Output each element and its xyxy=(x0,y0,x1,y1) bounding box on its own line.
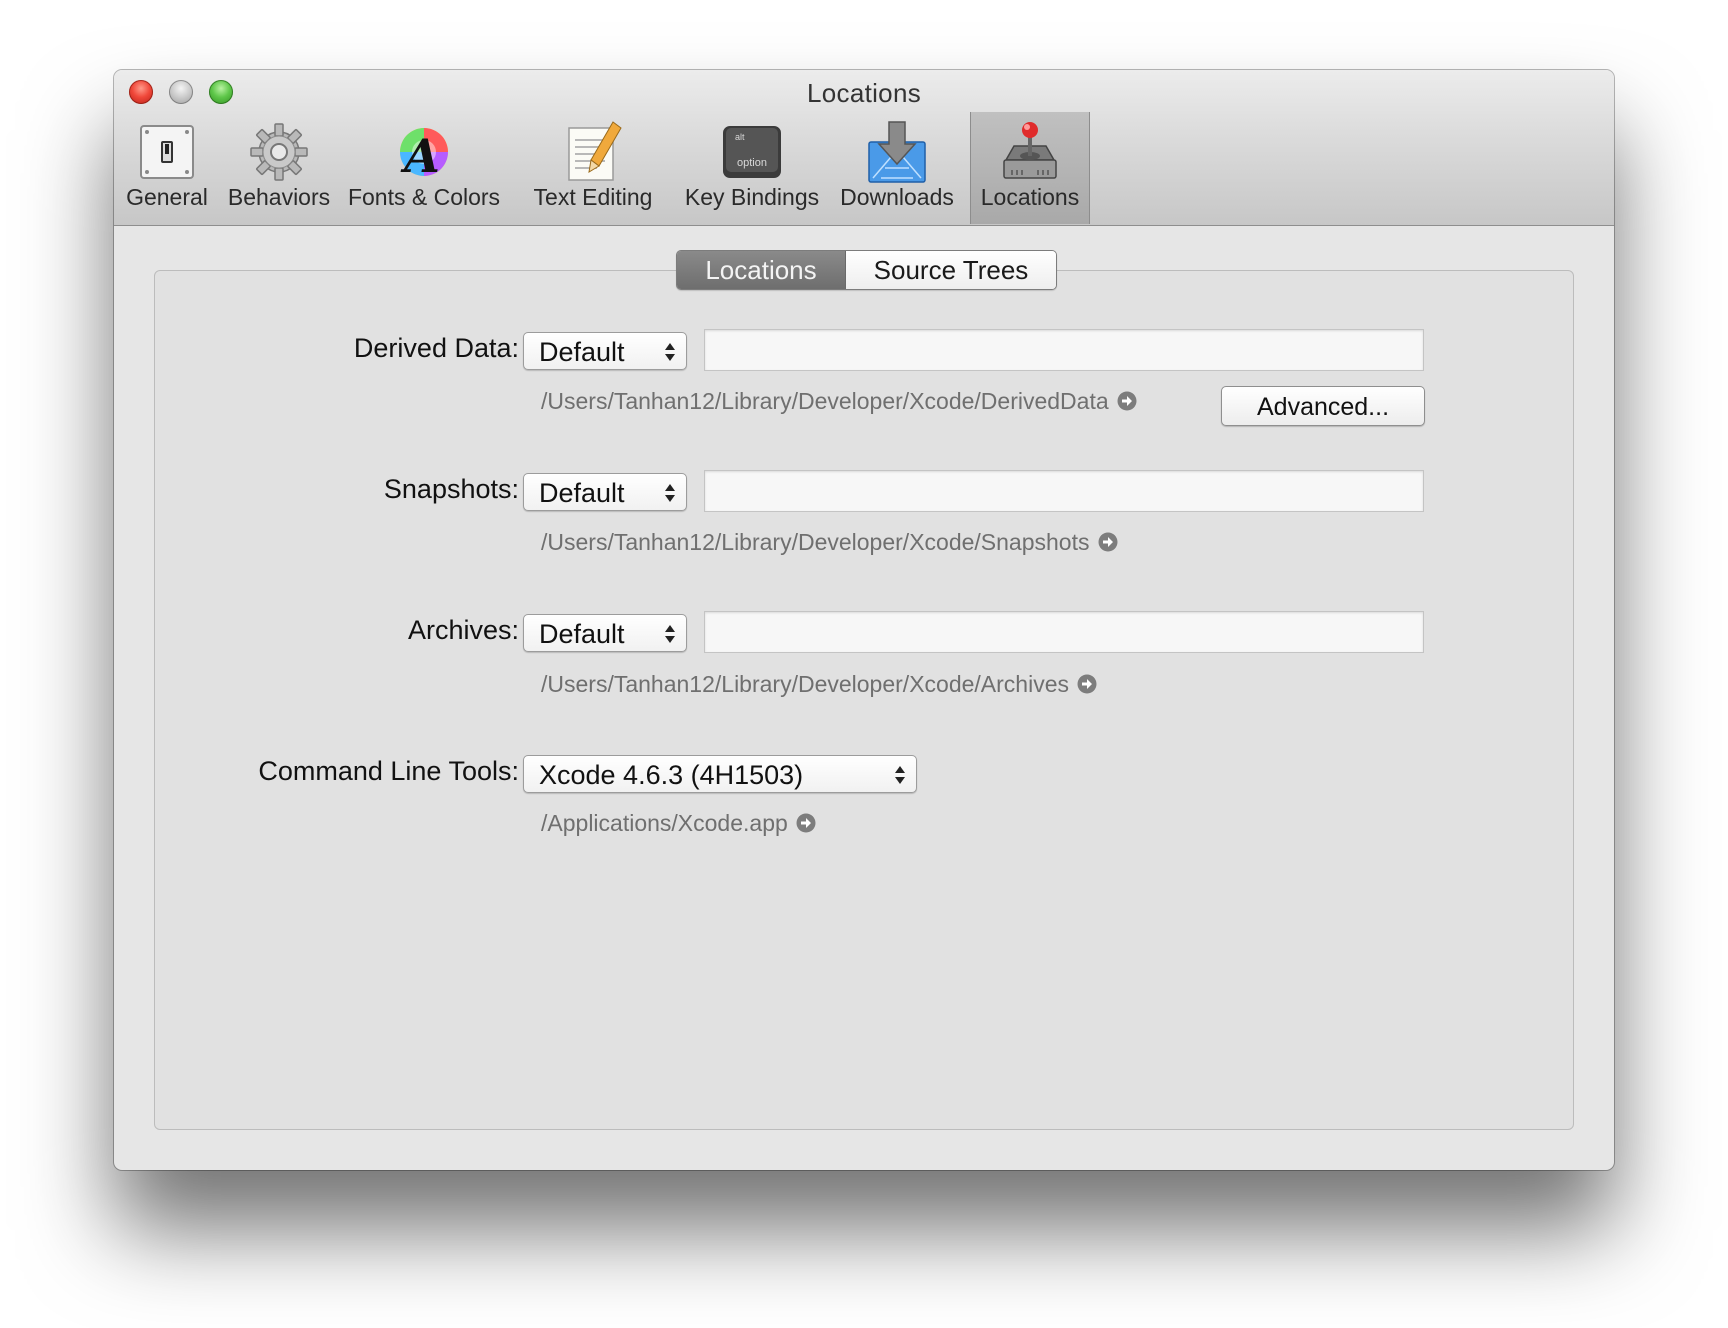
preferences-window: Locations General Behaviors A Fonts & Co… xyxy=(114,70,1614,1170)
window-title: Locations xyxy=(807,78,921,108)
derived-data-path-text: /Users/Tanhan12/Library/Developer/Xcode/… xyxy=(541,388,1109,414)
toolbar-item-downloads[interactable]: Downloads xyxy=(831,112,963,224)
reveal-in-finder-arrow-icon[interactable] xyxy=(1077,674,1097,694)
svg-text:alt: alt xyxy=(735,132,745,142)
toolbar-item-fonts-colors[interactable]: A Fonts & Colors xyxy=(339,112,509,224)
toolbar-item-text-editing[interactable]: Text Editing xyxy=(512,112,674,224)
popup-arrows-icon xyxy=(665,484,675,502)
titlebar-toolbar: Locations General Behaviors A Fonts & Co… xyxy=(114,70,1614,226)
derived-data-popup-value: Default xyxy=(539,337,625,367)
toolbar-label-locations: Locations xyxy=(980,184,1080,210)
toggle-switch-icon xyxy=(140,125,194,179)
archives-path: /Users/Tanhan12/Library/Developer/Xcode/… xyxy=(541,671,1097,698)
command-line-tools-popup[interactable]: Xcode 4.6.3 (4H1503) xyxy=(523,755,917,793)
joystick-drive-icon xyxy=(1003,122,1057,179)
popup-arrows-icon xyxy=(895,766,905,784)
derived-data-label: Derived Data: xyxy=(353,333,519,363)
archives-path-text: /Users/Tanhan12/Library/Developer/Xcode/… xyxy=(541,671,1069,697)
derived-data-path: /Users/Tanhan12/Library/Developer/Xcode/… xyxy=(541,388,1137,415)
archives-path-field[interactable] xyxy=(704,611,1424,653)
toolbar-label-text-editing: Text Editing xyxy=(533,184,653,210)
command-line-tools-path-text: /Applications/Xcode.app xyxy=(541,810,788,836)
archives-popup-value: Default xyxy=(539,619,625,649)
derived-data-path-field[interactable] xyxy=(704,329,1424,371)
popup-arrows-icon xyxy=(665,625,675,643)
reveal-in-finder-arrow-icon[interactable] xyxy=(1098,532,1118,552)
command-line-tools-popup-value: Xcode 4.6.3 (4H1503) xyxy=(539,760,804,790)
toolbar-item-behaviors[interactable]: Behaviors xyxy=(224,112,334,224)
option-key-icon: alt option xyxy=(723,126,781,178)
tab-source-trees[interactable]: Source Trees xyxy=(846,251,1056,289)
toolbar-label-behaviors: Behaviors xyxy=(227,184,331,210)
toolbar-label-general: General xyxy=(126,184,208,210)
download-arrow-icon xyxy=(868,121,926,183)
derived-data-popup[interactable]: Default xyxy=(523,332,687,370)
snapshots-path-text: /Users/Tanhan12/Library/Developer/Xcode/… xyxy=(541,529,1090,555)
toolbar-label-key-bindings: Key Bindings xyxy=(684,184,820,210)
advanced-button[interactable]: Advanced... xyxy=(1221,386,1425,426)
svg-text:A: A xyxy=(400,129,440,183)
command-line-tools-label: Command Line Tools: xyxy=(258,756,519,786)
reveal-in-finder-arrow-icon[interactable] xyxy=(1117,391,1137,411)
popup-arrows-icon xyxy=(665,343,675,361)
archives-label: Archives: xyxy=(407,615,519,645)
reveal-in-finder-arrow-icon[interactable] xyxy=(796,813,816,833)
snapshots-path-field[interactable] xyxy=(704,470,1424,512)
toolbar-item-general[interactable]: General xyxy=(116,112,218,224)
snapshots-popup[interactable]: Default xyxy=(523,473,687,511)
color-font-icon: A xyxy=(400,128,448,183)
toolbar-label-downloads: Downloads xyxy=(840,184,954,210)
snapshots-label: Snapshots: xyxy=(383,474,519,504)
command-line-tools-path: /Applications/Xcode.app xyxy=(541,810,816,837)
toolbar-label-fonts-colors: Fonts & Colors xyxy=(347,184,501,210)
gear-icon xyxy=(250,123,308,181)
snapshots-popup-value: Default xyxy=(539,478,625,508)
toolbar-item-key-bindings[interactable]: alt option Key Bindings xyxy=(678,112,826,224)
archives-popup[interactable]: Default xyxy=(523,614,687,652)
snapshots-path: /Users/Tanhan12/Library/Developer/Xcode/… xyxy=(541,529,1118,556)
toolbar-item-locations[interactable]: Locations xyxy=(970,112,1090,224)
tab-segmented-control: Locations Source Trees xyxy=(676,250,1057,290)
svg-text:option: option xyxy=(737,157,767,169)
tab-locations[interactable]: Locations xyxy=(677,251,846,289)
document-pencil-icon xyxy=(568,121,622,181)
